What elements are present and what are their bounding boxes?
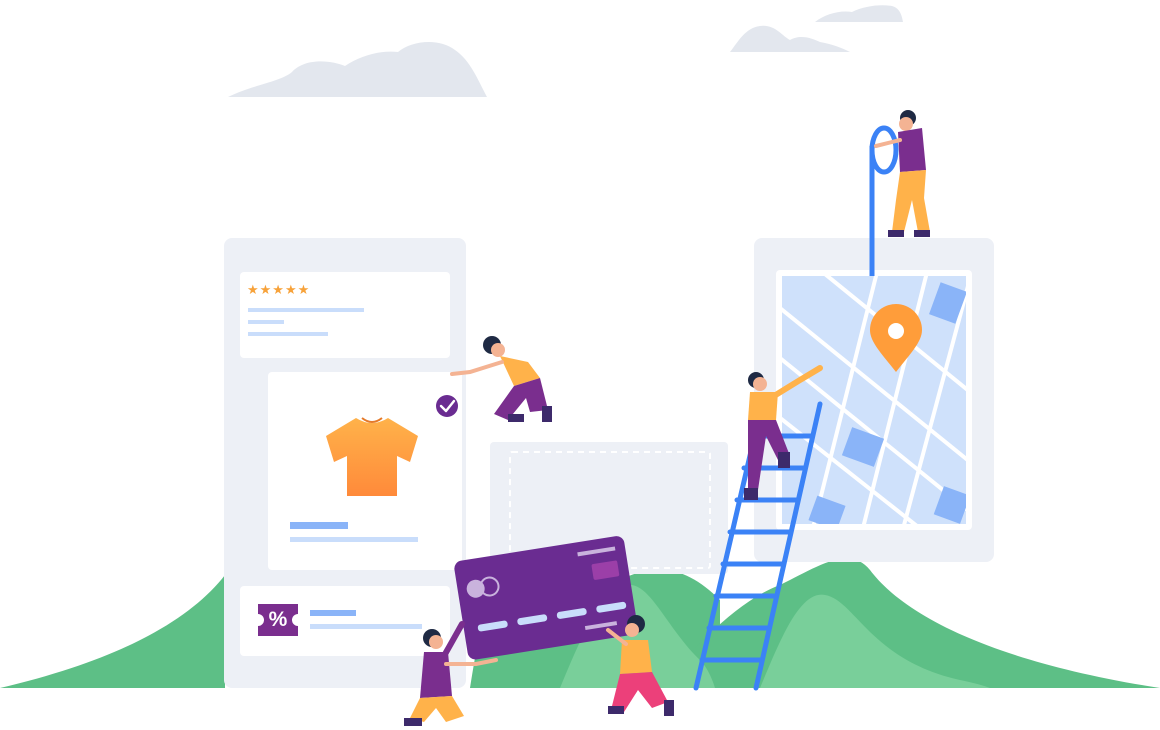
rating-stars: ★★★★★ — [247, 283, 311, 298]
product-title-line — [290, 522, 348, 529]
map-view — [782, 276, 966, 524]
cloud-right-small — [730, 25, 850, 52]
discount-line-2 — [310, 624, 422, 629]
person-kneeling — [450, 336, 552, 422]
ecommerce-illustration: ★★★★★ % — [0, 0, 1160, 730]
cloud-right-top — [815, 5, 903, 22]
hill-left — [0, 575, 225, 688]
illustration-canvas — [0, 5, 1160, 726]
review-line-3 — [248, 332, 328, 336]
map-panel — [754, 238, 994, 562]
discount-line-1 — [310, 610, 356, 616]
review-line-1 — [248, 308, 364, 312]
review-line-2 — [248, 320, 284, 324]
clouds — [228, 5, 903, 97]
product-desc-line — [290, 537, 418, 542]
cloud-left — [228, 41, 487, 97]
discount-percent-label: % — [268, 608, 288, 631]
checkmark-icon — [436, 395, 458, 417]
